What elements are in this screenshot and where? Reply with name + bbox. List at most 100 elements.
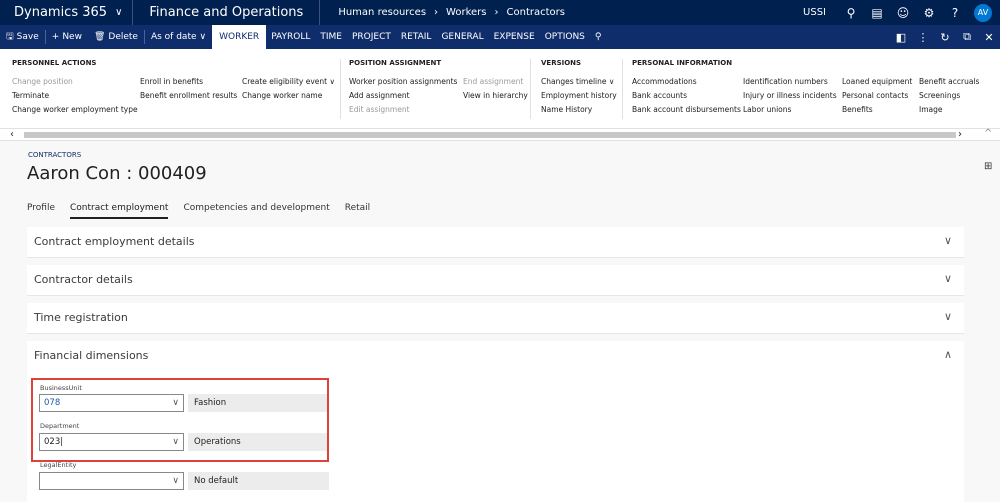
search-icon[interactable]: ⚲ <box>590 25 607 49</box>
bank-account-disbursements-button[interactable]: Bank account disbursements <box>632 103 741 117</box>
accommodations-button[interactable]: Accommodations <box>632 75 741 89</box>
image-button[interactable]: Image <box>919 103 979 117</box>
action-pane: 🖫 Save + New 🗑 Delete As of date ∨ WORKE… <box>0 25 1000 49</box>
changes-timeline-button[interactable]: Changes timeline ∨ <box>541 75 617 89</box>
divider <box>530 59 531 119</box>
ribbon-column: Loaned equipment Personal contacts Benef… <box>842 75 912 117</box>
screenings-button[interactable]: Screenings <box>919 89 979 103</box>
labor-unions-button[interactable]: Labor unions <box>743 103 837 117</box>
benefit-accruals-button[interactable]: Benefit accruals <box>919 75 979 89</box>
breadcrumb-item[interactable]: Human resources <box>338 7 426 18</box>
name-history-button[interactable]: Name History <box>541 103 617 117</box>
messages-icon[interactable]: ▤ <box>864 6 890 20</box>
save-label: Save <box>16 32 39 42</box>
side-panel-icon[interactable]: ⊞ <box>984 161 992 172</box>
close-icon[interactable]: ✕ <box>978 31 1000 44</box>
attachment-icon[interactable]: ⋮ <box>912 31 934 44</box>
company-picker[interactable]: USSI <box>791 7 838 18</box>
chevron-down-icon[interactable]: ∨ <box>172 473 179 489</box>
divider <box>340 59 341 119</box>
tab-payroll[interactable]: PAYROLL <box>266 25 315 49</box>
tab-contract-employment[interactable]: Contract employment <box>69 203 169 219</box>
tab-time[interactable]: TIME <box>315 25 347 49</box>
loaned-equipment-button[interactable]: Loaned equipment <box>842 75 912 89</box>
avatar[interactable]: AV <box>974 3 992 22</box>
ribbon-column: Accommodations Bank accounts Bank accoun… <box>632 75 741 117</box>
personal-contacts-button[interactable]: Personal contacts <box>842 89 912 103</box>
terminate-button[interactable]: Terminate <box>12 89 138 103</box>
page-tabs: Profile Contract employment Competencies… <box>27 203 370 219</box>
end-assignment-button[interactable]: End assignment <box>463 75 528 89</box>
versions-group: VERSIONS <box>541 59 581 73</box>
scroll-left-icon[interactable]: ‹ <box>10 129 14 140</box>
employment-history-button[interactable]: Employment history <box>541 89 617 103</box>
personal-information-group: PERSONAL INFORMATION <box>632 59 732 73</box>
search-icon[interactable]: ⚲ <box>838 6 864 20</box>
scroll-right-icon[interactable]: › <box>958 129 962 140</box>
tab-expense[interactable]: EXPENSE <box>489 25 540 49</box>
tab-retail[interactable]: RETAIL <box>396 25 437 49</box>
feedback-smiley-icon[interactable]: ☺ <box>890 6 916 20</box>
tab-worker[interactable]: WORKER <box>212 25 267 49</box>
refresh-icon[interactable]: ↻ <box>934 31 956 44</box>
personnel-actions-group: PERSONNEL ACTIONS <box>12 59 96 73</box>
change-worker-name-button[interactable]: Change worker name <box>242 89 335 103</box>
as-of-date-label: As of date <box>150 32 197 42</box>
help-icon[interactable]: ? <box>942 6 968 20</box>
chevron-down-icon: ∨ <box>943 272 952 285</box>
create-eligibility-event-button[interactable]: Create eligibility event ∨ <box>242 75 335 89</box>
breadcrumb-item[interactable]: Workers <box>446 7 486 18</box>
fasttab-label: Financial dimensions <box>34 349 149 362</box>
tab-competencies-and-development[interactable]: Competencies and development <box>183 203 329 219</box>
benefits-button[interactable]: Benefits <box>842 103 912 117</box>
enroll-in-benefits-button[interactable]: Enroll in benefits <box>140 75 237 89</box>
change-position-button[interactable]: Change position <box>12 75 138 89</box>
legal-entity-description: No default <box>188 472 329 490</box>
worker-position-assignments-button[interactable]: Worker position assignments <box>349 75 457 89</box>
tab-profile[interactable]: Profile <box>27 203 55 219</box>
legal-entity-label: LegalEntity <box>40 461 77 469</box>
breadcrumb-item[interactable]: Contractors <box>507 7 565 18</box>
fasttab-time-registration[interactable]: Time registration ∨ <box>27 303 964 334</box>
new-button[interactable]: + New <box>46 25 88 49</box>
tab-project[interactable]: PROJECT <box>347 25 396 49</box>
fasttab-contractor-details[interactable]: Contractor details ∨ <box>27 265 964 296</box>
breadcrumb: Human resources › Workers › Contractors <box>320 7 565 18</box>
open-new-window-icon[interactable]: ⧉ <box>956 30 978 44</box>
scrollbar-thumb[interactable] <box>24 132 956 138</box>
ribbon-scrollbar[interactable]: ‹ › ^ <box>0 128 1000 141</box>
tab-options[interactable]: OPTIONS <box>540 25 590 49</box>
settings-gear-icon[interactable]: ⚙ <box>916 6 942 20</box>
action-pane-right-tools: ◧ ⋮ ↻ ⧉ ✕ <box>890 25 1000 49</box>
delete-button[interactable]: 🗑 Delete <box>88 25 144 49</box>
view-in-hierarchy-button[interactable]: View in hierarchy <box>463 89 528 103</box>
page-caption: CONTRACTORS <box>28 151 82 159</box>
chevron-down-icon: ∨ <box>115 7 123 18</box>
legal-entity-select[interactable]: ∨ <box>39 472 184 490</box>
ribbon-column: Create eligibility event ∨ Change worker… <box>242 75 335 103</box>
fasttab-financial-dimensions[interactable]: Financial dimensions ∧ <box>27 341 964 372</box>
ribbon-column: Change position Terminate Change worker … <box>12 75 138 117</box>
injury-or-illness-incidents-button[interactable]: Injury or illness incidents <box>743 89 837 103</box>
benefit-enrollment-results-button[interactable]: Benefit enrollment results <box>140 89 237 103</box>
tab-general[interactable]: GENERAL <box>436 25 488 49</box>
add-assignment-button[interactable]: Add assignment <box>349 89 457 103</box>
edit-assignment-button[interactable]: Edit assignment <box>349 103 457 117</box>
save-button[interactable]: 🖫 Save <box>0 25 45 49</box>
highlight-box <box>31 378 329 462</box>
change-worker-employment-type-button[interactable]: Change worker employment type <box>12 103 138 117</box>
fasttab-label: Contractor details <box>34 273 133 286</box>
top-navigation-bar: Dynamics 365 ∨ Finance and Operations Hu… <box>0 0 1000 25</box>
app-switcher[interactable]: Dynamics 365 ∨ <box>0 0 134 25</box>
collapse-ribbon-icon[interactable]: ^ <box>984 128 992 139</box>
office-icon[interactable]: ◧ <box>890 31 912 44</box>
identification-numbers-button[interactable]: Identification numbers <box>743 75 837 89</box>
fasttab-label: Contract employment details <box>34 235 195 248</box>
ribbon-column: Enroll in benefits Benefit enrollment re… <box>140 75 237 103</box>
top-right-tools: USSI ⚲ ▤ ☺ ⚙ ? AV <box>791 0 1000 25</box>
tab-retail[interactable]: Retail <box>345 203 370 219</box>
bank-accounts-button[interactable]: Bank accounts <box>632 89 741 103</box>
as-of-date-button[interactable]: As of date ∨ <box>145 25 212 49</box>
fasttab-contract-employment-details[interactable]: Contract employment details ∨ <box>27 227 964 258</box>
module-name[interactable]: Finance and Operations <box>133 0 321 25</box>
